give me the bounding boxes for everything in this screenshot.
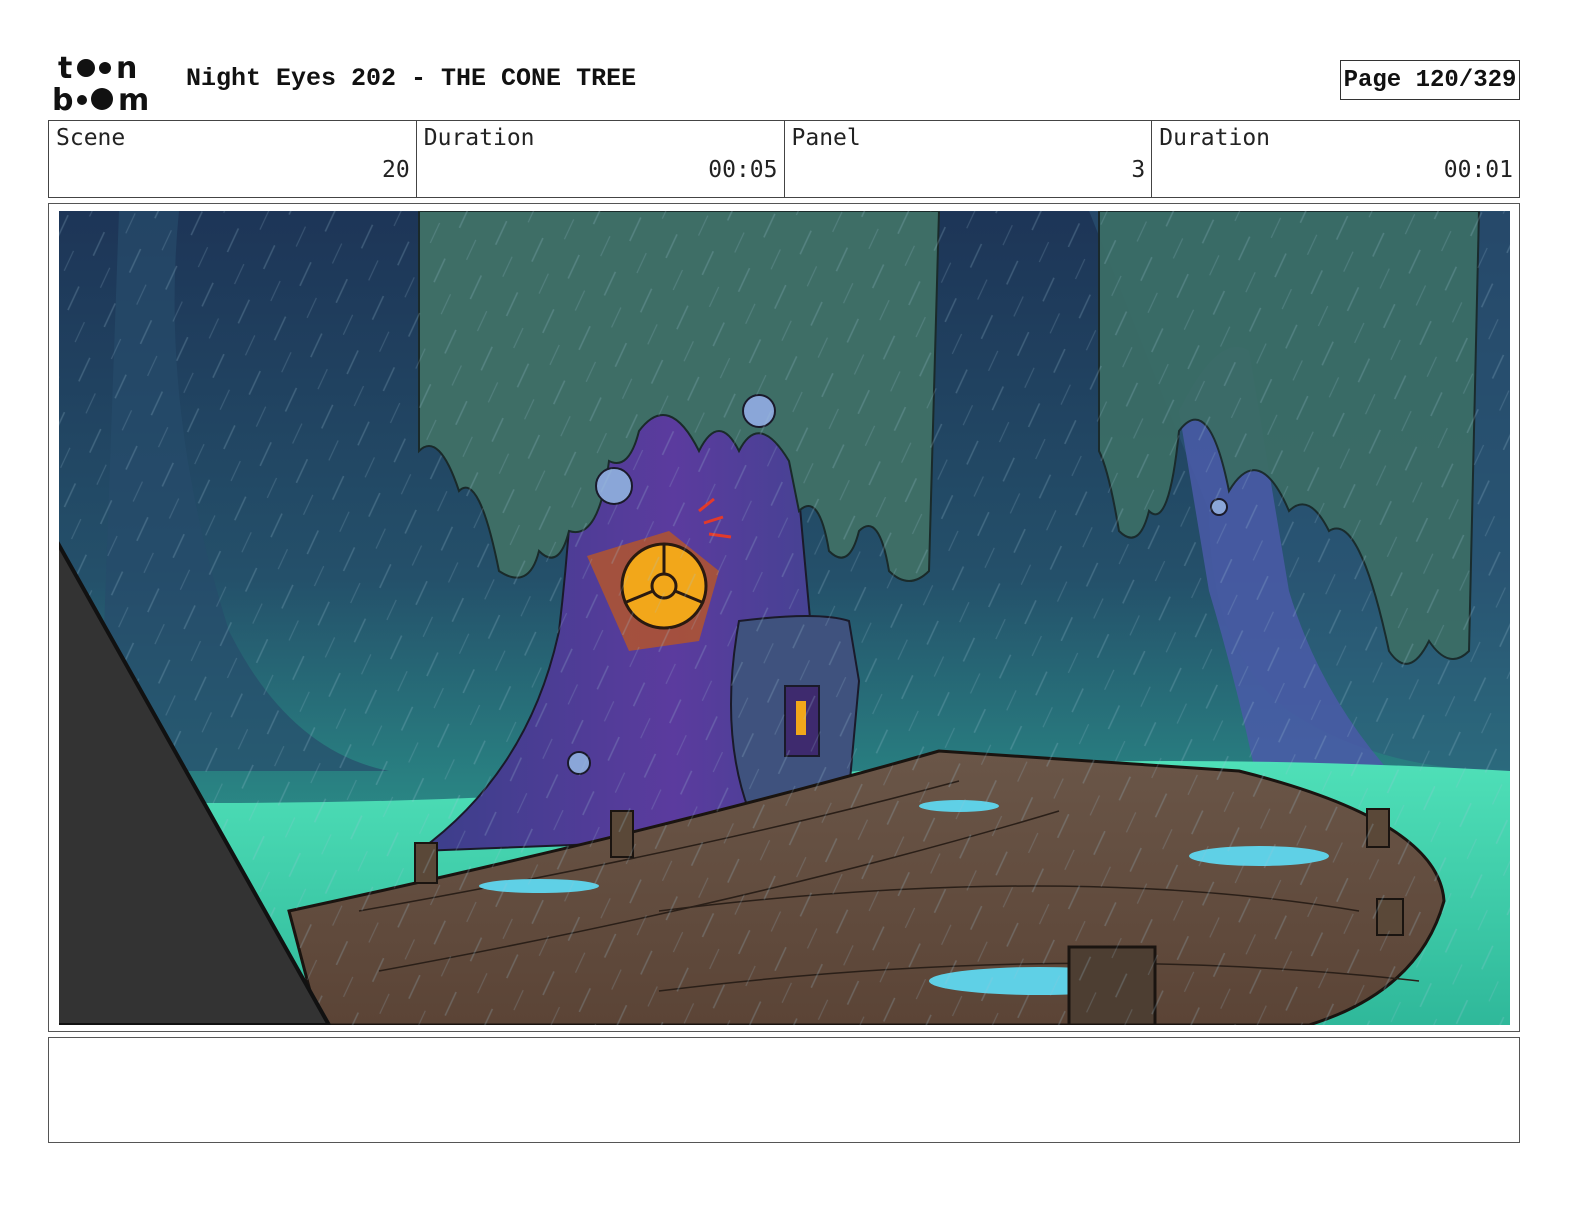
storyboard-panel-frame [48, 203, 1520, 1032]
panel-duration-value: 00:01 [1443, 157, 1513, 183]
scene-label: Scene [56, 125, 126, 151]
panel-info-row: Scene 20 Duration 00:05 Panel 3 Duration… [48, 120, 1520, 198]
panel-label: Panel [791, 125, 861, 151]
scene-cell: Scene 20 [49, 121, 417, 197]
toon-boom-logo: t n b m [52, 51, 149, 114]
svg-text:t: t [58, 51, 72, 86]
panel-cell: Panel 3 [785, 121, 1153, 197]
svg-text:m: m [118, 83, 149, 114]
svg-text:n: n [116, 51, 137, 86]
scene-value: 20 [382, 157, 410, 183]
scene-duration-label: Duration [423, 125, 535, 151]
page-number: Page 120/329 [1340, 60, 1520, 100]
scene-duration-value: 00:05 [708, 157, 778, 183]
storyboard-panel-image [59, 211, 1510, 1025]
panel-duration-cell: Duration 00:01 [1152, 121, 1519, 197]
panel-notes-area [48, 1037, 1520, 1143]
document-title: Night Eyes 202 - THE CONE TREE [186, 64, 637, 93]
scene-duration-cell: Duration 00:05 [417, 121, 785, 197]
panel-value: 3 [1131, 157, 1146, 183]
svg-text:b: b [52, 83, 73, 114]
panel-duration-label: Duration [1159, 125, 1271, 151]
